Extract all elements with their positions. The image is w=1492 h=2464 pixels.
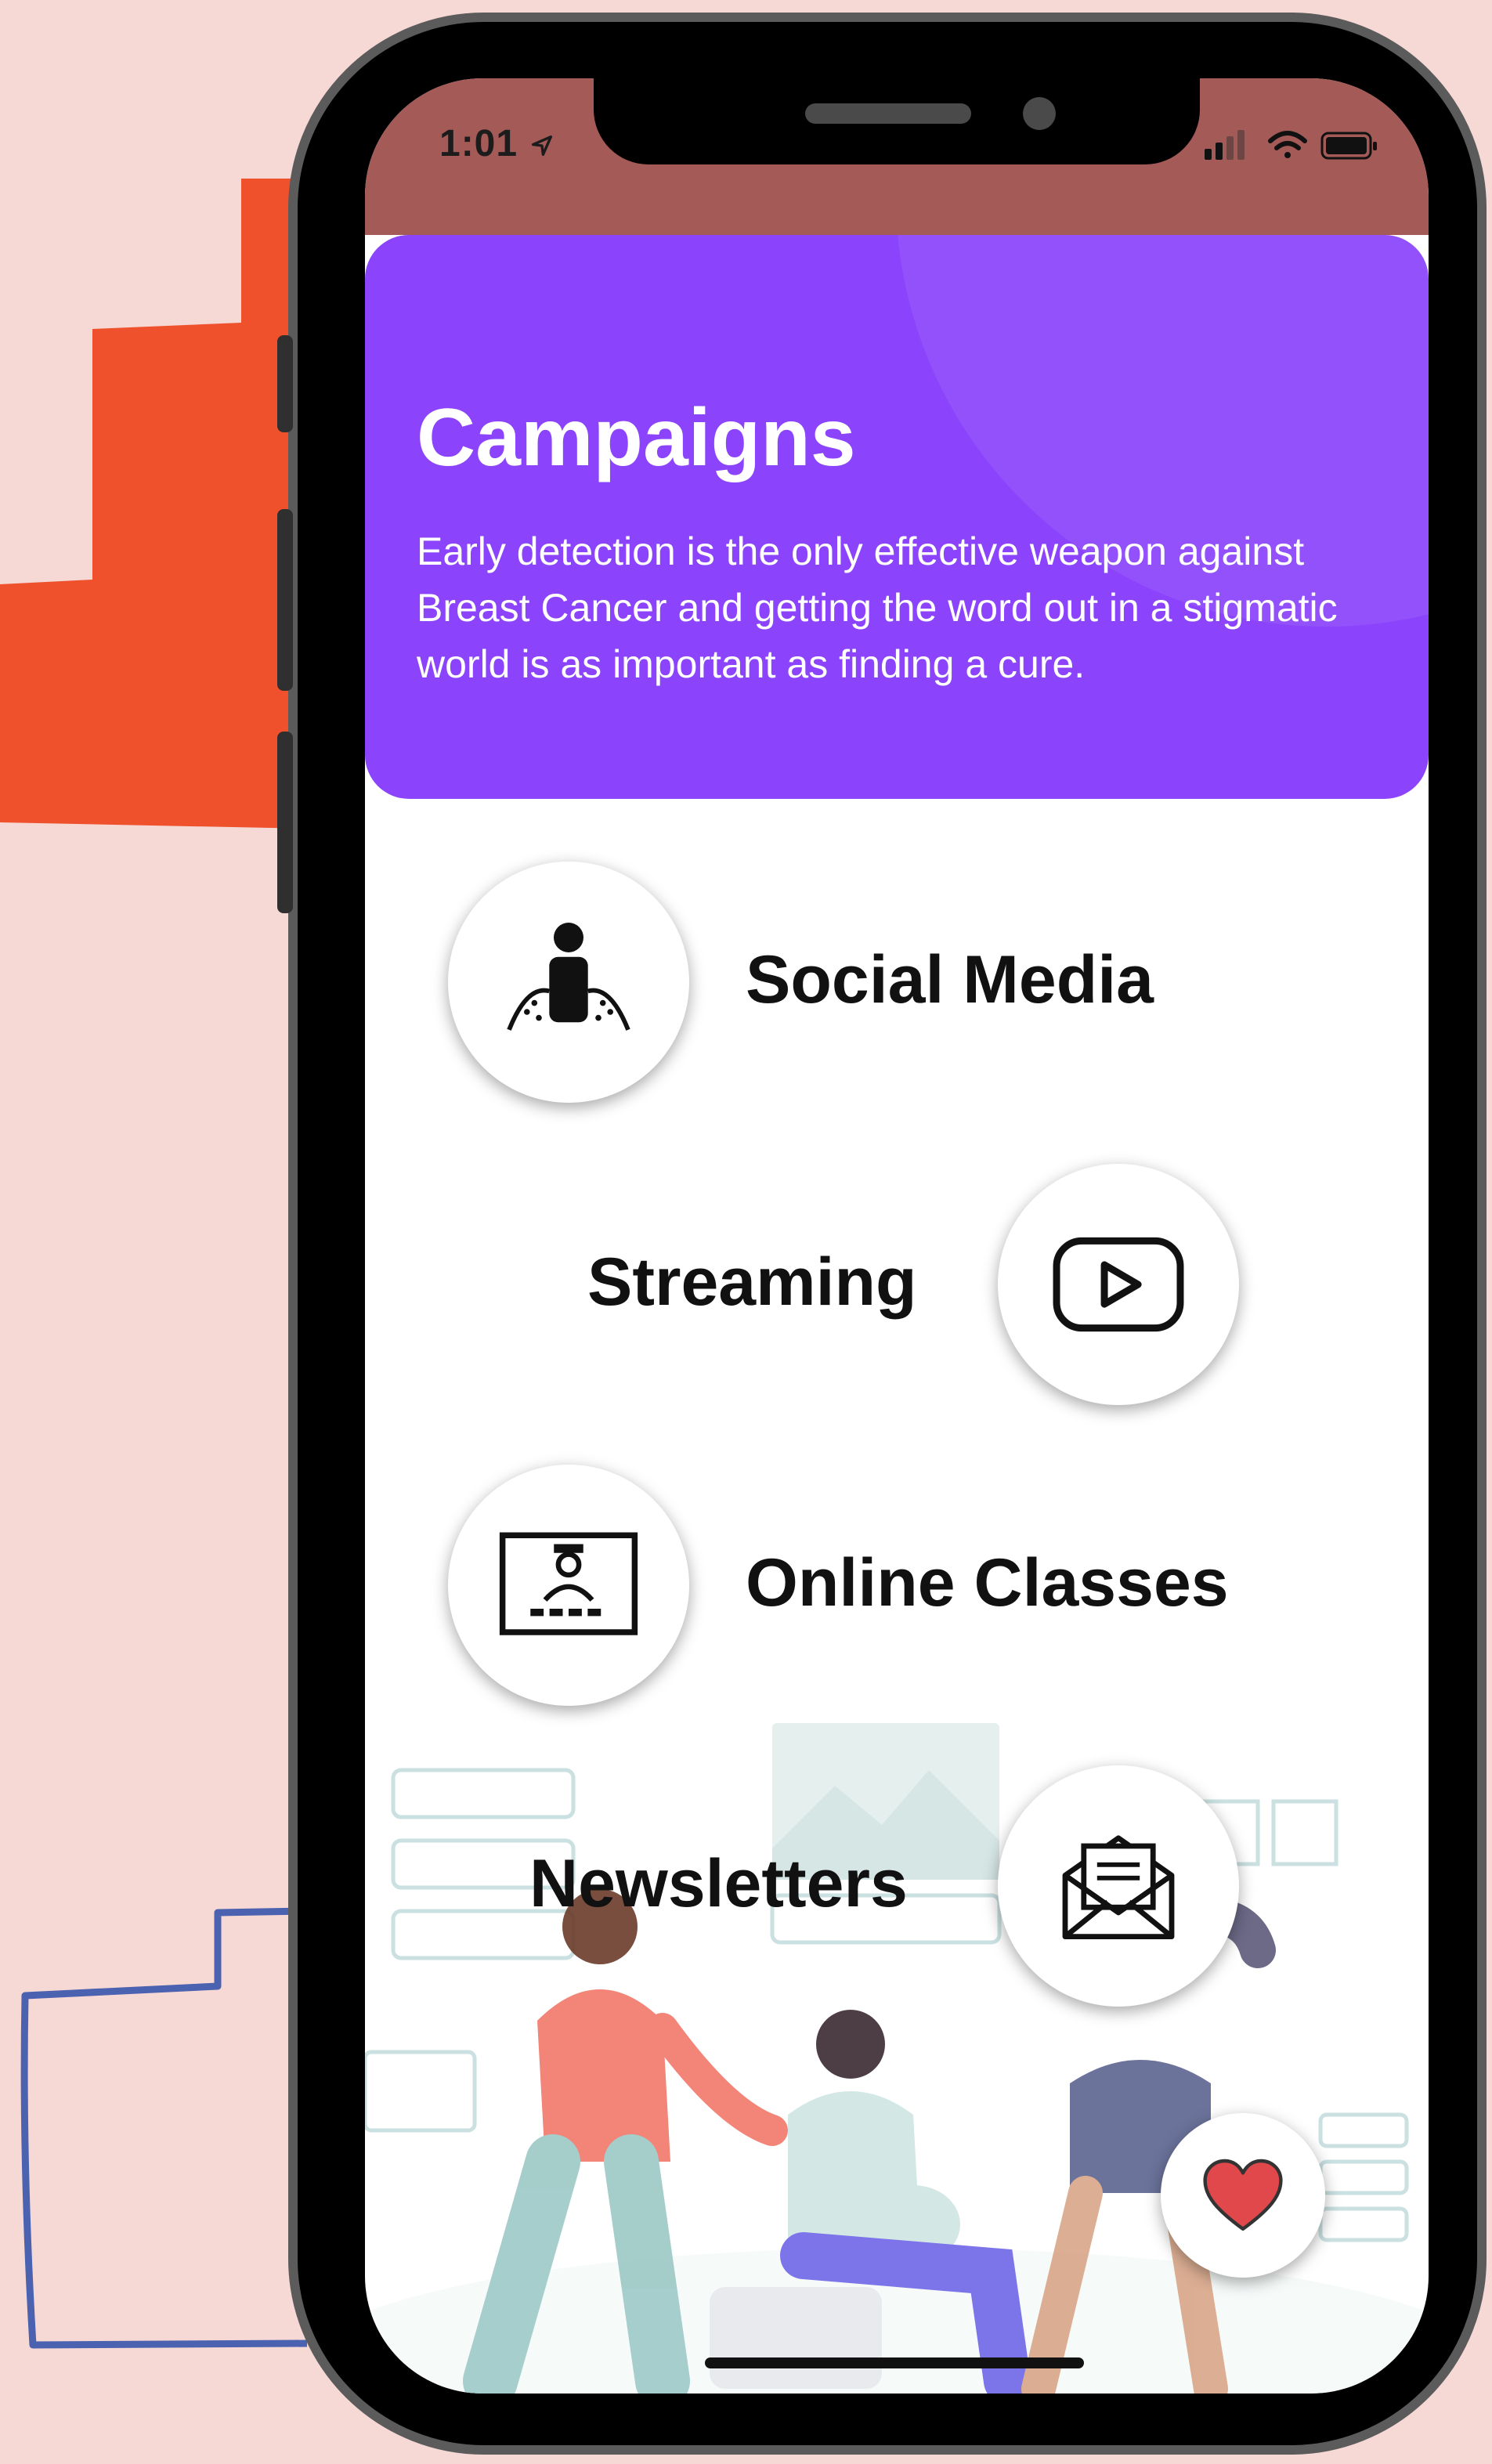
streaming-label[interactable]: Streaming: [587, 1244, 917, 1321]
favorite-button[interactable]: [1161, 2113, 1325, 2278]
orange-shape: [0, 179, 307, 829]
social-media-label[interactable]: Social Media: [746, 941, 1154, 1019]
status-icons: [1205, 125, 1385, 168]
newsletters-label[interactable]: Newsletters: [529, 1845, 908, 1923]
side-button-volume-up: [277, 509, 293, 691]
play-video-icon: [1053, 1237, 1184, 1332]
online-teacher-icon: [499, 1532, 638, 1635]
location-arrow-icon: [532, 135, 553, 157]
page-title: Campaigns: [417, 392, 856, 483]
social-media-button[interactable]: [448, 862, 689, 1103]
home-indicator: [705, 2357, 1084, 2368]
wifi-icon: [1268, 131, 1307, 158]
side-button-silent: [277, 335, 293, 432]
newsletters-button[interactable]: [998, 1765, 1239, 2007]
speaker-grille: [805, 103, 971, 124]
cellular-signal-icon: [1205, 130, 1245, 160]
status-time: 1:01: [439, 122, 555, 165]
app-screen: 1:01 Campaigns Early detection is the on…: [365, 78, 1429, 2394]
header-description: Early detection is the only effective we…: [417, 529, 1338, 686]
blue-outline-shape: [20, 1907, 308, 2349]
campaigns-header: Campaigns Early detection is the only ef…: [365, 235, 1429, 799]
heart-icon: [1203, 2159, 1283, 2231]
envelope-letter-icon: [1062, 1835, 1175, 1939]
side-button-volume-down: [277, 732, 293, 913]
person-speaker-icon: [507, 923, 630, 1031]
battery-icon: [1320, 132, 1377, 160]
streaming-button[interactable]: [998, 1164, 1239, 1405]
notch: [594, 78, 1200, 164]
online-classes-label[interactable]: Online Classes: [746, 1545, 1229, 1622]
status-bar: 1:01: [365, 78, 1429, 235]
online-classes-button[interactable]: [448, 1465, 689, 1706]
front-camera: [1023, 97, 1056, 130]
